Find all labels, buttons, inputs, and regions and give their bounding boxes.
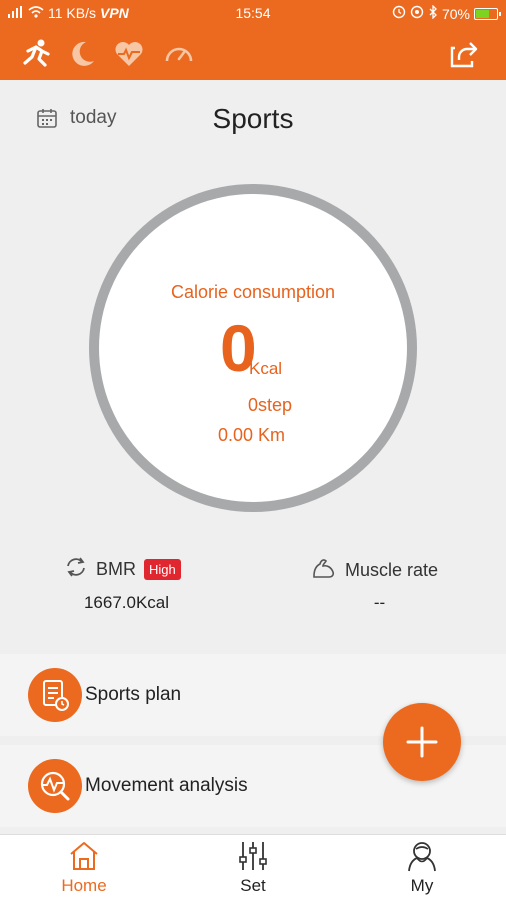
toolbar bbox=[0, 28, 506, 80]
status-right: 70% bbox=[392, 4, 501, 22]
heart-rate-icon[interactable] bbox=[112, 37, 146, 71]
sync-icon bbox=[410, 5, 424, 22]
page-title: Sports bbox=[212, 103, 294, 134]
sliders-icon bbox=[239, 842, 267, 870]
alarm-icon bbox=[392, 5, 406, 22]
steps-value: 0step bbox=[248, 395, 293, 415]
nav-home[interactable]: Home bbox=[0, 835, 168, 900]
nav-set[interactable]: Set bbox=[169, 835, 337, 900]
bmr-label: BMR bbox=[96, 559, 136, 579]
battery-icon bbox=[474, 7, 501, 20]
bluetooth-icon bbox=[428, 4, 438, 22]
plan-icon bbox=[28, 668, 82, 722]
list-item-label: Movement analysis bbox=[85, 775, 248, 796]
home-icon bbox=[70, 842, 98, 870]
plus-icon bbox=[406, 726, 438, 758]
distance-value: 0.00 Km bbox=[218, 425, 286, 445]
list-item-label: Sports plan bbox=[85, 684, 182, 705]
user-icon bbox=[408, 842, 436, 872]
app-header: 11 KB/s VPN 15:54 70% bbox=[0, 0, 506, 80]
status-bar: 11 KB/s VPN 15:54 70% bbox=[0, 0, 506, 28]
battery-fill bbox=[476, 9, 490, 18]
muscle-header: Muscle rate bbox=[311, 556, 438, 585]
analysis-icon bbox=[28, 759, 82, 813]
add-button[interactable] bbox=[383, 703, 461, 781]
muscle-value: -- bbox=[373, 593, 386, 612]
nav-label-my: My bbox=[410, 876, 434, 895]
moon-icon[interactable] bbox=[66, 37, 100, 71]
nav-label-set: Set bbox=[240, 876, 266, 895]
muscle-icon bbox=[311, 556, 337, 585]
bottom-nav: Home Set My bbox=[0, 834, 506, 900]
nav-label-home: Home bbox=[61, 876, 107, 895]
share-icon[interactable] bbox=[446, 37, 480, 71]
bmr-badge: High bbox=[144, 559, 181, 580]
refresh-icon bbox=[64, 556, 88, 583]
bmr-value: 1667.0Kcal bbox=[83, 593, 170, 612]
muscle-label: Muscle rate bbox=[345, 560, 439, 580]
battery-percent: 70% bbox=[441, 5, 470, 22]
calorie-ring: Calorie consumption 0 Kcal 0step 0.00 Km bbox=[89, 184, 417, 512]
bmr-metric: BMR High 1667.0Kcal bbox=[0, 556, 253, 616]
gauge-icon[interactable] bbox=[162, 37, 196, 71]
bmr-header: BMR High bbox=[64, 556, 181, 583]
nav-my[interactable]: My bbox=[338, 835, 506, 900]
running-icon[interactable] bbox=[20, 37, 54, 71]
calorie-unit: Kcal bbox=[249, 359, 283, 378]
calorie-title: Calorie consumption bbox=[170, 282, 336, 302]
ring-content: Calorie consumption 0 Kcal 0step 0.00 Km bbox=[89, 184, 417, 512]
muscle-metric: Muscle rate -- bbox=[253, 556, 506, 616]
